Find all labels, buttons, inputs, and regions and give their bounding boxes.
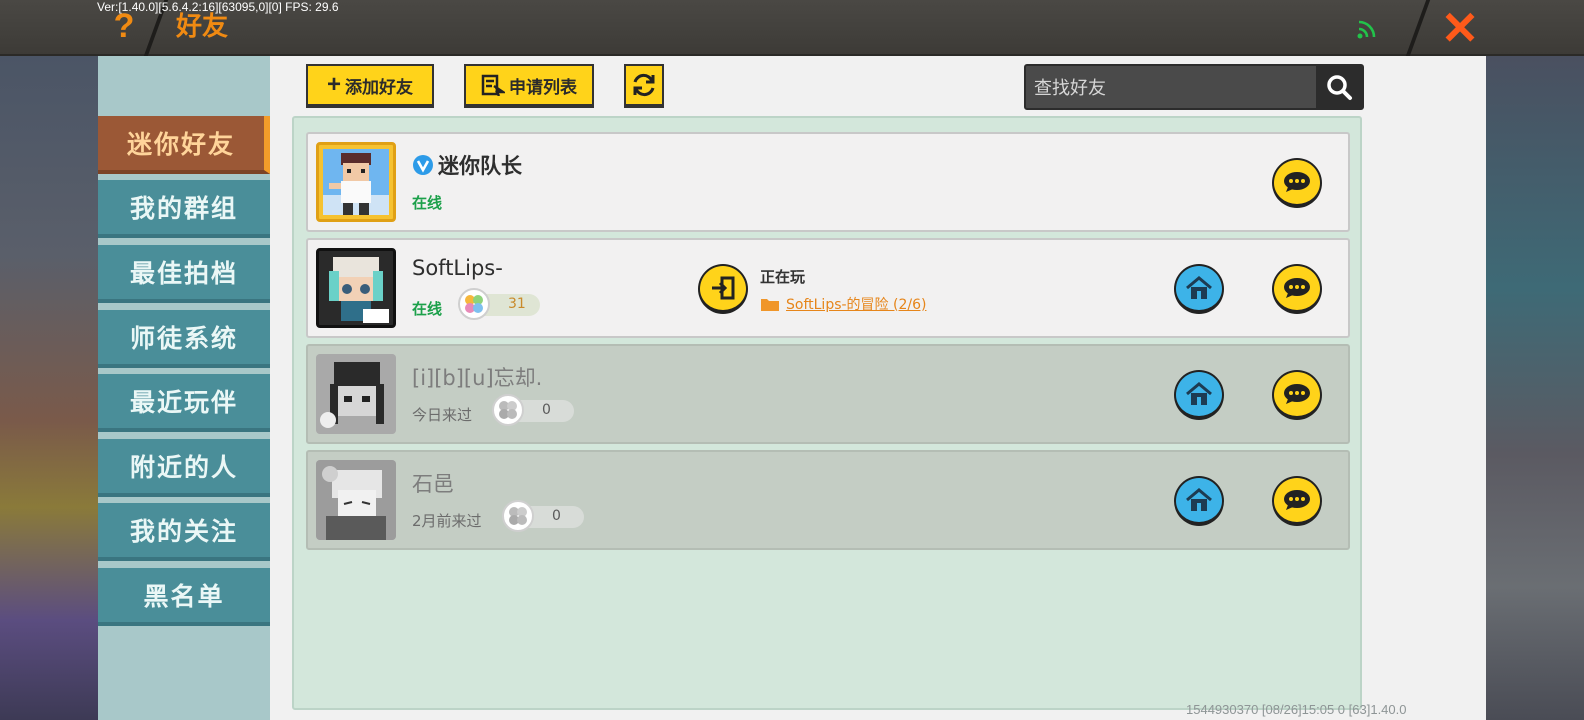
chat-icon — [1284, 384, 1310, 404]
list-item[interactable]: 迷你队长 在线 — [306, 132, 1350, 232]
sidebar-item-mini-friends[interactable]: 迷你好友 — [98, 116, 270, 174]
verified-icon — [413, 155, 433, 175]
badge-value: 31 — [508, 296, 526, 312]
sidebar-item-best-partner[interactable]: 最佳拍档 — [98, 245, 270, 303]
chat-icon — [1284, 278, 1310, 298]
search-icon[interactable] — [1316, 66, 1362, 108]
home-icon — [1186, 382, 1212, 405]
home-icon — [1186, 276, 1212, 299]
friend-status: 2月前来过 — [412, 512, 482, 530]
folder-icon — [761, 299, 779, 311]
sidebar-item-label: 最近玩伴 — [129, 388, 238, 417]
avatar — [316, 248, 396, 328]
chat-icon — [1284, 172, 1310, 192]
sidebar-item-recent-players[interactable]: 最近玩伴 — [98, 374, 270, 432]
chat-button[interactable] — [1272, 264, 1322, 314]
sidebar-item-label: 附近的人 — [129, 453, 238, 482]
playing-world-text: SoftLips-的冒险 (2/6) — [786, 297, 927, 313]
friend-status: 在线 — [412, 194, 443, 212]
home-button[interactable] — [1174, 476, 1224, 526]
add-friend-label: 添加好友 — [345, 77, 413, 98]
friend-status: 今日来过 — [412, 406, 473, 424]
list-item[interactable]: 石邑 2月前来过 0 — [306, 450, 1350, 550]
refresh-button[interactable] — [624, 64, 664, 108]
wifi-icon — [1357, 20, 1376, 39]
close-icon[interactable]: ✕ — [1436, 4, 1484, 52]
playing-world-link[interactable]: SoftLips-的冒险 (2/6) — [760, 294, 926, 314]
join-game-button[interactable] — [698, 264, 748, 314]
badge-value: 0 — [542, 402, 551, 418]
sidebar-item-following[interactable]: 我的关注 — [98, 503, 270, 561]
friend-status: 在线 — [412, 300, 443, 318]
friend-name: SoftLips- — [412, 256, 503, 280]
plus-icon: + — [326, 71, 341, 98]
avatar — [316, 460, 396, 540]
level-badge: 31 — [458, 288, 540, 320]
sidebar-item-label: 师徒系统 — [129, 324, 238, 353]
sidebar-item-nearby[interactable]: 附近的人 — [98, 439, 270, 497]
friend-name: 迷你队长 — [412, 150, 522, 180]
badge-icon — [492, 394, 524, 426]
friend-name-text: 迷你队长 — [438, 154, 522, 178]
game-background-left — [0, 56, 98, 720]
avatar — [316, 142, 396, 222]
list-icon — [481, 74, 505, 96]
home-button[interactable] — [1174, 264, 1224, 314]
refresh-icon — [633, 73, 655, 97]
sidebar-item-label: 我的关注 — [129, 517, 238, 546]
debug-overlay: Ver:[1.40.0][5.6.4.2:16][63095,0][0] FPS… — [97, 0, 339, 14]
friend-name: [i][b][u]忘却. — [412, 366, 543, 390]
apply-list-button[interactable]: 申请列表 — [464, 64, 594, 108]
chat-button[interactable] — [1272, 370, 1322, 420]
apply-list-label: 申请列表 — [509, 77, 577, 98]
chat-button[interactable] — [1272, 158, 1322, 208]
sidebar-item-label: 最佳拍档 — [129, 259, 238, 288]
list-item[interactable]: SoftLips- 在线 31 正在玩 SoftLips-的冒险 (2/6) — [306, 238, 1350, 338]
playing-label: 正在玩 — [760, 268, 806, 286]
badge-icon — [502, 500, 534, 532]
list-item[interactable]: [i][b][u]忘却. 今日来过 0 — [306, 344, 1350, 444]
game-background-right — [1470, 56, 1584, 720]
search-box — [1024, 64, 1364, 110]
search-input[interactable] — [1034, 72, 1314, 104]
sidebar-item-label: 迷你好友 — [126, 130, 235, 159]
badge-value: 0 — [552, 508, 561, 524]
sidebar-item-label: 我的群组 — [129, 194, 238, 223]
sidebar-item-my-groups[interactable]: 我的群组 — [98, 180, 270, 238]
chat-icon — [1284, 490, 1310, 510]
sidebar-item-mentor-system[interactable]: 师徒系统 — [98, 310, 270, 368]
add-friend-button[interactable]: + 添加好友 — [306, 64, 434, 108]
sidebar-item-label: 黑名单 — [143, 582, 225, 611]
home-button[interactable] — [1174, 370, 1224, 420]
level-badge: 0 — [492, 394, 574, 426]
avatar — [316, 354, 396, 434]
badge-icon — [458, 288, 490, 320]
level-badge: 0 — [502, 500, 584, 532]
join-icon — [712, 276, 735, 300]
sidebar-item-blacklist[interactable]: 黑名单 — [98, 568, 270, 626]
home-icon — [1186, 488, 1212, 511]
chat-button[interactable] — [1272, 476, 1322, 526]
footer-info: 1544930370 [08/26]15:05 0 [63]1.40.0 — [1186, 702, 1407, 717]
friend-name: 石邑 — [412, 472, 454, 496]
